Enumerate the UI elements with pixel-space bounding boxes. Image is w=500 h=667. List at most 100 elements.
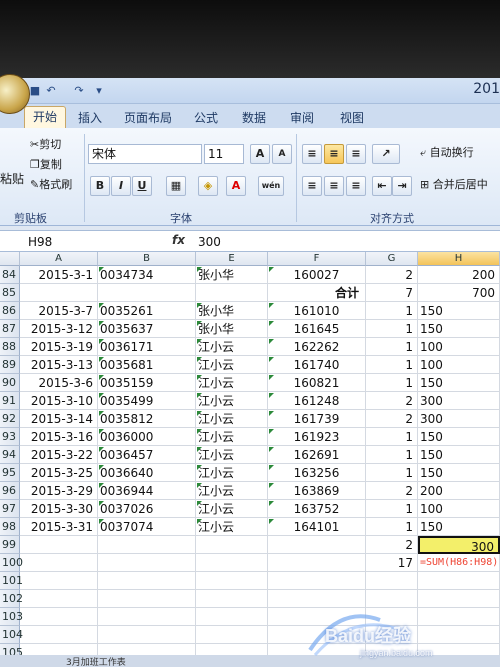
row-header[interactable]: 91: [0, 392, 20, 410]
row-header[interactable]: 98: [0, 518, 20, 536]
tab-review[interactable]: 审阅: [290, 108, 314, 128]
cell-b[interactable]: 0036944: [98, 482, 196, 500]
cell-b[interactable]: [98, 626, 196, 644]
row-header[interactable]: 85: [0, 284, 20, 302]
orientation-icon[interactable]: ↗: [372, 144, 400, 164]
cell-e[interactable]: 江小云: [196, 464, 268, 482]
cell-h[interactable]: =SUM(H86:H98): [418, 554, 500, 572]
cell-b[interactable]: [98, 590, 196, 608]
align-right-icon[interactable]: ≡: [346, 176, 366, 196]
cell-h[interactable]: 150: [418, 302, 500, 320]
cell-f[interactable]: 160027: [268, 266, 366, 284]
cell-g[interactable]: 7: [366, 284, 418, 302]
cell-a[interactable]: 2015-3-7: [20, 302, 98, 320]
cell-e[interactable]: [196, 284, 268, 302]
cell-g[interactable]: 2: [366, 266, 418, 284]
customize-qat-icon[interactable]: ▾: [92, 84, 106, 98]
cell-b[interactable]: 0036171: [98, 338, 196, 356]
undo-icon[interactable]: ↶: [44, 84, 58, 98]
cell-b[interactable]: 0037074: [98, 518, 196, 536]
cell-e[interactable]: [196, 626, 268, 644]
cell-e[interactable]: 江小云: [196, 428, 268, 446]
cell-f[interactable]: 161923: [268, 428, 366, 446]
cell-f[interactable]: [268, 536, 366, 554]
cell-a[interactable]: 2015-3-10: [20, 392, 98, 410]
fill-color-icon[interactable]: ◈: [198, 176, 218, 196]
cell-e[interactable]: [196, 590, 268, 608]
cell-g[interactable]: 17: [366, 554, 418, 572]
merge-center-button[interactable]: ⊞ 合并后居中: [420, 176, 488, 194]
align-middle-icon[interactable]: ≡: [324, 144, 344, 164]
row-header[interactable]: 94: [0, 446, 20, 464]
cell-e[interactable]: 张小华: [196, 302, 268, 320]
cell-f[interactable]: 162262: [268, 338, 366, 356]
cell-f[interactable]: 161010: [268, 302, 366, 320]
cell-b[interactable]: 0035812: [98, 410, 196, 428]
cell-h[interactable]: 200: [418, 482, 500, 500]
increase-indent-icon[interactable]: ⇥: [392, 176, 412, 196]
cell-a[interactable]: 2015-3-22: [20, 446, 98, 464]
redo-icon[interactable]: ↷: [72, 84, 86, 98]
cell-b[interactable]: 0035499: [98, 392, 196, 410]
cell-g[interactable]: 1: [366, 356, 418, 374]
wrap-text-button[interactable]: ⤶ 自动换行: [420, 144, 474, 162]
format-painter-button[interactable]: ✎格式刷: [30, 176, 72, 194]
cell-a[interactable]: 2015-3-31: [20, 518, 98, 536]
cell-f[interactable]: 163256: [268, 464, 366, 482]
row-header[interactable]: 96: [0, 482, 20, 500]
cell-h[interactable]: 150: [418, 320, 500, 338]
cell-a[interactable]: 2015-3-13: [20, 356, 98, 374]
cell-a[interactable]: [20, 572, 98, 590]
cell-e[interactable]: 江小云: [196, 338, 268, 356]
cell-a[interactable]: [20, 536, 98, 554]
row-header[interactable]: 87: [0, 320, 20, 338]
cell-e[interactable]: [196, 554, 268, 572]
tab-formulas[interactable]: 公式: [194, 108, 218, 128]
cell-b[interactable]: [98, 284, 196, 302]
selected-cell-h98[interactable]: 300: [418, 536, 500, 554]
cell-g[interactable]: 1: [366, 500, 418, 518]
column-header-h[interactable]: H: [418, 252, 500, 266]
cell-g[interactable]: 1: [366, 302, 418, 320]
cell-g[interactable]: 2: [366, 392, 418, 410]
cell-h[interactable]: 150: [418, 518, 500, 536]
tab-page-layout[interactable]: 页面布局: [124, 108, 172, 128]
borders-icon[interactable]: ▦: [166, 176, 186, 196]
align-left-icon[interactable]: ≡: [302, 176, 322, 196]
cell-a[interactable]: [20, 608, 98, 626]
cell-g[interactable]: 1: [366, 464, 418, 482]
column-header-g[interactable]: G: [366, 252, 418, 266]
column-header-b[interactable]: B: [98, 252, 196, 266]
save-icon[interactable]: ■: [28, 84, 42, 98]
row-header[interactable]: 103: [0, 608, 23, 626]
cell-h[interactable]: 150: [418, 446, 500, 464]
cell-e[interactable]: 江小云: [196, 446, 268, 464]
cell-e[interactable]: 张小华: [196, 266, 268, 284]
cell-h[interactable]: 300: [418, 410, 500, 428]
formula-input[interactable]: 300: [198, 233, 221, 251]
row-header[interactable]: 101: [0, 572, 23, 590]
cell-b[interactable]: 0035261: [98, 302, 196, 320]
cell-a[interactable]: [20, 554, 98, 572]
align-center-icon[interactable]: ≡: [324, 176, 344, 196]
cell-b[interactable]: [98, 554, 196, 572]
cell-h[interactable]: 700: [418, 284, 500, 302]
cell-b[interactable]: [98, 572, 196, 590]
shrink-font-button[interactable]: A: [272, 144, 292, 164]
bold-button[interactable]: B: [90, 176, 110, 196]
cell-g[interactable]: [366, 572, 418, 590]
cell-b[interactable]: 0035637: [98, 320, 196, 338]
cell-e[interactable]: [196, 608, 268, 626]
cell-g[interactable]: 2: [366, 536, 418, 554]
italic-button[interactable]: I: [111, 176, 131, 196]
cell-a[interactable]: 2015-3-25: [20, 464, 98, 482]
tab-home[interactable]: 开始: [24, 106, 67, 128]
cell-a[interactable]: 2015-3-6: [20, 374, 98, 392]
cell-g[interactable]: 2: [366, 410, 418, 428]
decrease-indent-icon[interactable]: ⇤: [372, 176, 392, 196]
row-header[interactable]: 90: [0, 374, 20, 392]
cell-f[interactable]: 161248: [268, 392, 366, 410]
cell-b[interactable]: 0035681: [98, 356, 196, 374]
cell-a[interactable]: 2015-3-16: [20, 428, 98, 446]
cell-e[interactable]: 江小云: [196, 374, 268, 392]
